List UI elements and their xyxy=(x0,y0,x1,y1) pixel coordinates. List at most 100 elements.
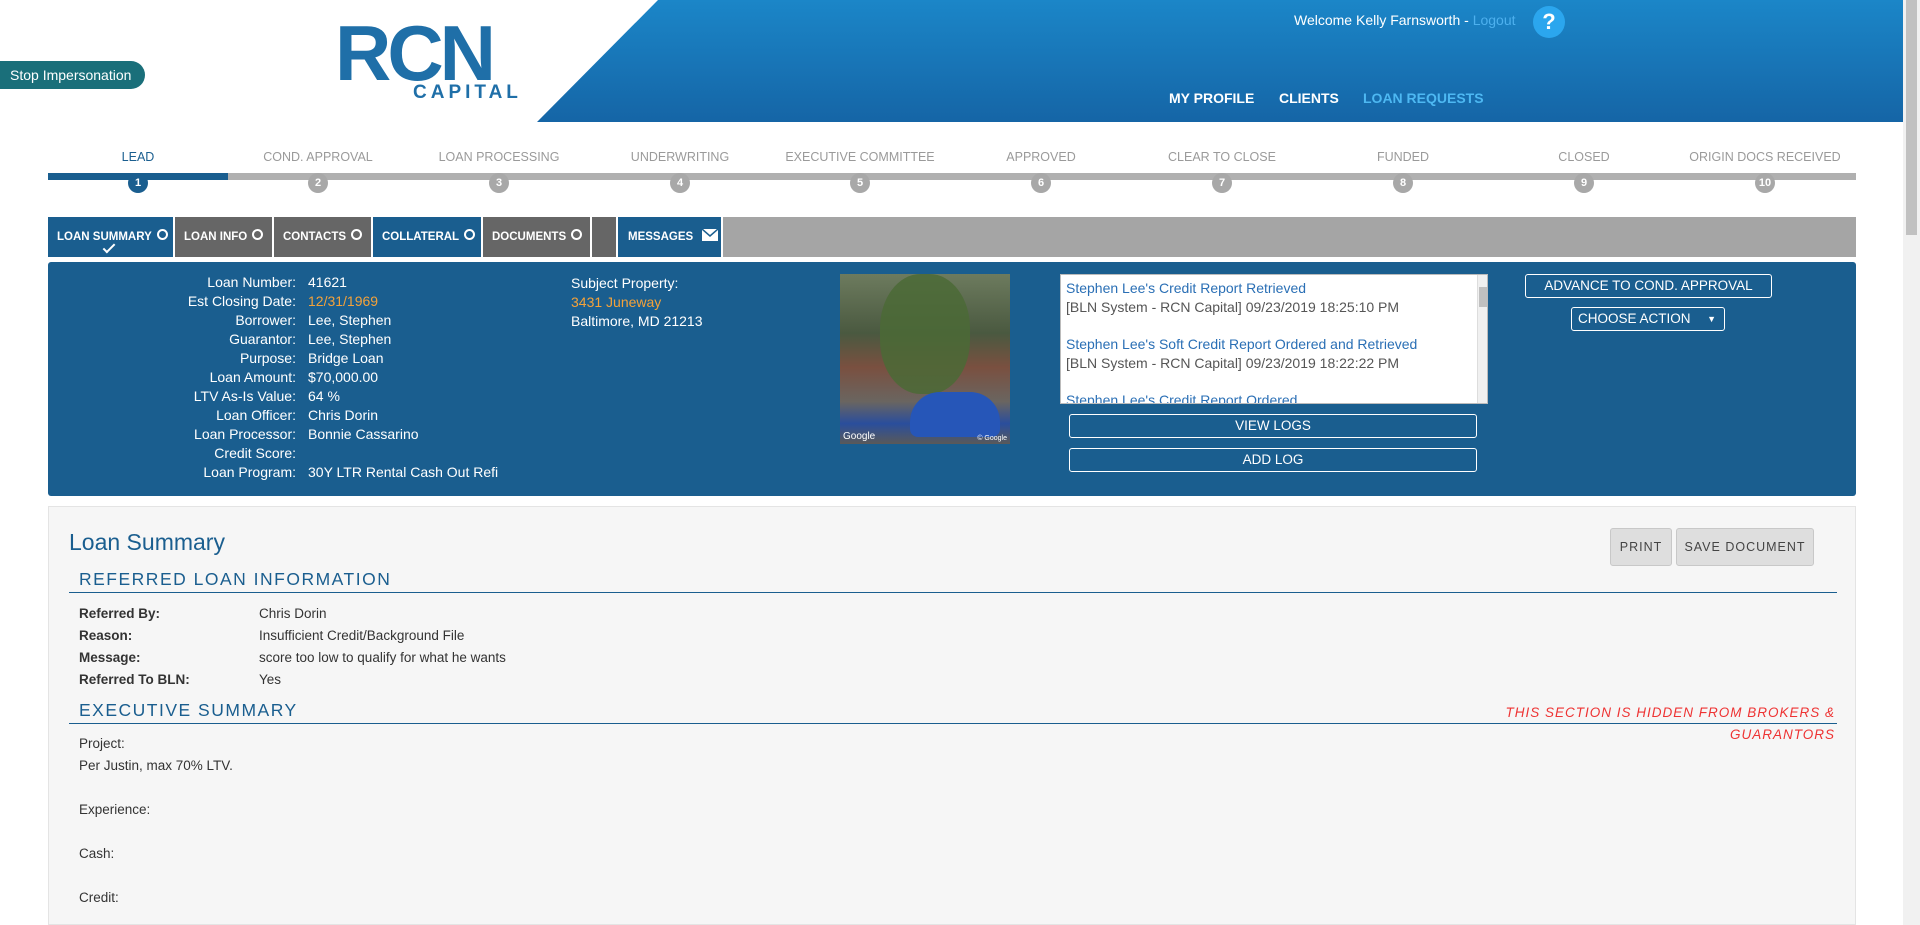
rcn-capital-logo[interactable]: RCN CAPITAL xyxy=(335,14,525,104)
referred-value: Chris Dorin xyxy=(259,606,327,621)
google-copyright: © Google xyxy=(977,435,1007,442)
referred-label: Message: xyxy=(79,650,141,665)
stop-impersonation-button[interactable]: Stop Impersonation xyxy=(0,61,146,89)
step-label: CLOSED xyxy=(1558,150,1610,164)
log-scrollbar[interactable] xyxy=(1477,275,1487,403)
exec-summary-line: Credit: xyxy=(79,890,119,905)
step-number: 1 xyxy=(128,173,148,193)
save-document-button[interactable]: SAVE DOCUMENT xyxy=(1676,528,1814,566)
welcome-message: Welcome Kelly Farnsworth - Logout xyxy=(1294,12,1516,28)
loan-detail-value: 30Y LTR Rental Cash Out Refi xyxy=(308,464,499,480)
photo-tree xyxy=(880,274,970,394)
step-number: 7 xyxy=(1212,173,1232,193)
logo-main-text: RCN xyxy=(335,9,496,97)
loan-tabs: LOAN SUMMARY LOAN INFO CONTACTS COLLATER… xyxy=(48,217,1856,257)
log-title[interactable]: Stephen Lee's Soft Credit Report Ordered… xyxy=(1066,335,1467,354)
loan-summary-document: Loan Summary PRINT SAVE DOCUMENT REFERRE… xyxy=(48,506,1856,925)
step-number: 9 xyxy=(1574,173,1594,193)
step-executive-committee[interactable]: EXECUTIVE COMMITTEE 5 xyxy=(770,150,950,193)
caret-down-icon: ▼ xyxy=(1707,314,1716,324)
loan-detail-value: 41621 xyxy=(308,274,347,290)
help-icon[interactable]: ? xyxy=(1533,6,1565,38)
circle-icon xyxy=(571,229,583,241)
circle-arrow-icon xyxy=(156,229,168,241)
step-label: UNDERWRITING xyxy=(630,150,730,164)
log-entry: Stephen Lee's Soft Credit Report Ordered… xyxy=(1061,335,1487,373)
welcome-text: Welcome Kelly Farnsworth - xyxy=(1294,12,1473,28)
tab-collateral[interactable]: COLLATERAL xyxy=(373,217,483,257)
step-closed[interactable]: CLOSED 9 xyxy=(1494,150,1674,193)
exec-summary-line: Per Justin, max 70% LTV. xyxy=(79,758,233,773)
scroll-thumb[interactable] xyxy=(1906,0,1917,235)
loan-detail-label: Guarantor: xyxy=(229,331,296,347)
activity-log-list[interactable]: Stephen Lee's Credit Report Retrieved [B… xyxy=(1060,274,1488,404)
loan-detail-label: Loan Number: xyxy=(207,274,296,290)
select-value: CHOOSE ACTION xyxy=(1578,311,1691,326)
loan-detail-value[interactable]: 12/31/1969 xyxy=(308,293,378,309)
loan-detail-value: Lee, Stephen xyxy=(308,331,392,347)
step-lead[interactable]: LEAD 1 xyxy=(48,150,228,193)
choose-action-select[interactable]: CHOOSE ACTION ▼ xyxy=(1571,307,1725,331)
step-cond-approval[interactable]: COND. APPROVAL 2 xyxy=(228,150,408,193)
referred-value: Insufficient Credit/Background File xyxy=(259,628,465,643)
loan-detail-value: Bridge Loan xyxy=(308,350,384,366)
tab-loan-summary[interactable]: LOAN SUMMARY xyxy=(48,217,175,257)
tab-label: LOAN INFO xyxy=(184,231,248,243)
subject-property: Subject Property: 3431 Juneway Baltimore… xyxy=(571,274,703,331)
referred-loan-heading: REFERRED LOAN INFORMATION xyxy=(69,569,1837,593)
step-number: 6 xyxy=(1031,173,1051,193)
tab-messages[interactable]: MESSAGES xyxy=(618,217,723,257)
exec-summary-line: Experience: xyxy=(79,802,151,817)
tab-blank[interactable] xyxy=(592,217,618,257)
step-number: 5 xyxy=(850,173,870,193)
loan-detail-value: $70,000.00 xyxy=(308,369,379,385)
exec-summary-line: Project: xyxy=(79,736,125,751)
print-button[interactable]: PRINT xyxy=(1610,528,1672,566)
referred-value: score too low to qualify for what he wan… xyxy=(259,650,506,665)
loan-detail-value: 64 % xyxy=(308,388,340,404)
step-underwriting[interactable]: UNDERWRITING 4 xyxy=(590,150,770,193)
page-title: Loan Summary xyxy=(69,529,225,555)
tab-contacts[interactable]: CONTACTS xyxy=(274,217,373,257)
loan-detail-label: Loan Amount: xyxy=(209,369,296,385)
subject-property-street-link[interactable]: 3431 Juneway xyxy=(571,293,703,312)
log-meta: [BLN System - RCN Capital] 09/23/2019 18… xyxy=(1066,355,1400,371)
circle-icon xyxy=(252,229,264,241)
nav-clients[interactable]: CLIENTS xyxy=(1279,90,1339,106)
tab-documents[interactable]: DOCUMENTS xyxy=(483,217,592,257)
step-number: 3 xyxy=(489,173,509,193)
referred-label: Referred By: xyxy=(79,606,161,621)
log-title[interactable]: Stephen Lee's Credit Report Ordered xyxy=(1066,391,1467,403)
step-clear-to-close[interactable]: CLEAR TO CLOSE 7 xyxy=(1132,150,1312,193)
add-log-button[interactable]: ADD LOG xyxy=(1069,448,1477,472)
loan-detail-value: Lee, Stephen xyxy=(308,312,392,328)
advance-status-button[interactable]: ADVANCE TO COND. APPROVAL xyxy=(1525,274,1772,298)
scroll-thumb[interactable] xyxy=(1479,287,1487,307)
step-funded[interactable]: FUNDED 8 xyxy=(1313,150,1493,193)
log-entry: Stephen Lee's Credit Report Retrieved [B… xyxy=(1061,275,1487,317)
loan-detail-label: Borrower: xyxy=(235,312,296,328)
step-origin-docs-received[interactable]: ORIGIN DOCS RECEIVED 10 xyxy=(1675,150,1855,193)
step-approved[interactable]: APPROVED 6 xyxy=(951,150,1131,193)
photo-car xyxy=(910,392,1000,437)
property-street-view-image[interactable]: Google © Google xyxy=(840,274,1010,444)
tab-label: COLLATERAL xyxy=(382,231,460,243)
loan-overview-panel: Loan Number: 41621 Est Closing Date: 12/31/… xyxy=(48,262,1856,496)
nav-my-profile[interactable]: MY PROFILE xyxy=(1169,90,1254,106)
log-entry: Stephen Lee's Credit Report Ordered xyxy=(1061,391,1487,403)
log-title[interactable]: Stephen Lee's Credit Report Retrieved xyxy=(1066,279,1467,298)
tab-loan-info[interactable]: LOAN INFO xyxy=(175,217,274,257)
referred-label: Referred To BLN: xyxy=(79,672,190,687)
referred-label: Reason: xyxy=(79,628,133,643)
step-label: EXECUTIVE COMMITTEE xyxy=(785,150,935,164)
page-scrollbar[interactable] xyxy=(1903,0,1920,925)
view-logs-button[interactable]: VIEW LOGS xyxy=(1069,414,1477,438)
logout-link[interactable]: Logout xyxy=(1473,12,1516,28)
header: Stop Impersonation RCN CAPITAL Welcome K… xyxy=(0,0,1903,122)
nav-loan-requests[interactable]: LOAN REQUESTS xyxy=(1363,90,1484,106)
step-loan-processing[interactable]: LOAN PROCESSING 3 xyxy=(409,150,589,193)
log-meta: [BLN System - RCN Capital] 09/23/2019 18… xyxy=(1066,299,1400,315)
step-label: ORIGIN DOCS RECEIVED xyxy=(1689,150,1841,164)
loan-detail-label: LTV As-Is Value: xyxy=(193,388,296,404)
tab-label: CONTACTS xyxy=(283,231,347,243)
